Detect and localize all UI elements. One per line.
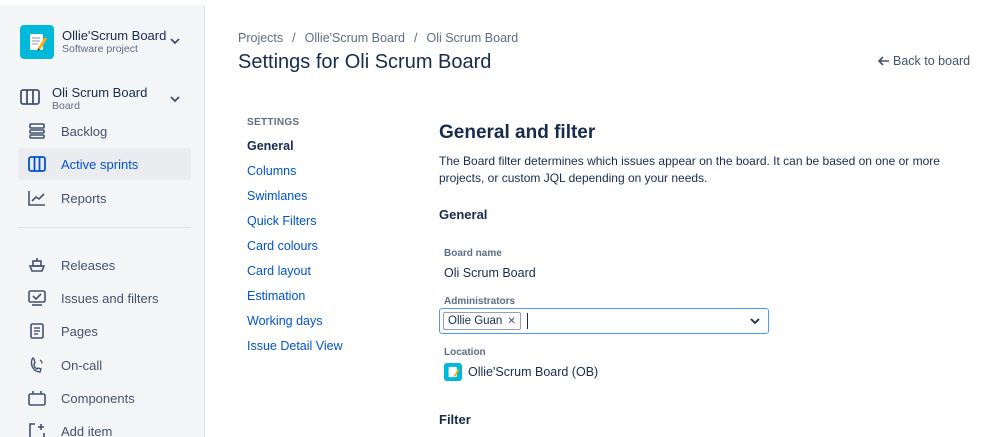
project-avatar-icon <box>444 363 462 381</box>
settings-item-columns[interactable]: Columns <box>247 164 296 178</box>
settings-item-quick-filters[interactable]: Quick Filters <box>247 214 316 228</box>
sidebar-divider <box>18 227 191 228</box>
nav-active-sprints[interactable]: Active sprints <box>18 148 191 180</box>
chevron-down-icon[interactable] <box>168 92 182 106</box>
board-type: Board <box>52 100 81 113</box>
project-type: Software project <box>62 43 138 56</box>
filter-heading: Filter <box>439 412 471 427</box>
board-switcher[interactable]: Oli Scrum Board Board <box>20 84 190 114</box>
remove-tag-icon[interactable]: ✕ <box>507 316 515 327</box>
admin-tag-label: Ollie Guan <box>448 315 503 327</box>
breadcrumb-project[interactable]: Ollie'Scrum Board <box>305 31 405 45</box>
nav-label: Pages <box>61 323 98 339</box>
project-header[interactable]: Ollie'Scrum Board Software project <box>20 22 190 62</box>
chart-line-icon <box>28 189 46 207</box>
project-name: Ollie'Scrum Board <box>62 28 167 44</box>
section-title: General and filter <box>439 122 596 143</box>
nav-label: Releases <box>61 257 116 273</box>
page-title: Settings for Oli Scrum Board <box>238 51 492 73</box>
backlog-icon <box>28 122 46 140</box>
administrators-label: Administrators <box>444 296 516 307</box>
nav-label: Issues and filters <box>61 290 159 306</box>
board-name: Oli Scrum Board <box>52 85 148 101</box>
arrow-left-icon <box>878 56 889 66</box>
nav-label: On-call <box>61 357 103 373</box>
text-cursor <box>526 313 528 329</box>
chevron-down-icon[interactable] <box>168 34 182 48</box>
nav-label: Reports <box>61 190 107 206</box>
components-icon <box>28 389 46 407</box>
board-icon <box>20 88 40 111</box>
location-label: Location <box>444 347 486 358</box>
settings-menu-header: SETTINGS <box>247 117 300 128</box>
nav-pages[interactable]: Pages <box>18 315 191 347</box>
nav-add-item[interactable]: Add item <box>18 415 191 437</box>
back-to-board-label: Back to board <box>893 54 971 68</box>
nav-label: Backlog <box>61 123 108 139</box>
nav-releases[interactable]: Releases <box>18 249 191 281</box>
admin-tag: Ollie Guan ✕ <box>443 312 521 330</box>
section-description: The Board filter determines which issues… <box>439 154 940 185</box>
settings-item-card-layout[interactable]: Card layout <box>247 264 311 278</box>
board-columns-icon <box>28 155 46 173</box>
page-icon <box>28 322 46 340</box>
phone-icon <box>28 356 46 374</box>
chevron-down-icon[interactable] <box>748 314 762 328</box>
settings-item-card-colours[interactable]: Card colours <box>247 239 318 253</box>
general-heading: General <box>439 207 488 222</box>
location-text: Ollie'Scrum Board (OB) <box>468 365 599 379</box>
settings-item-swimlanes[interactable]: Swimlanes <box>247 189 307 203</box>
location-value: Ollie'Scrum Board (OB) <box>444 363 598 381</box>
settings-item-working-days[interactable]: Working days <box>247 314 323 328</box>
back-to-board-link[interactable]: Back to board <box>878 54 970 68</box>
board-name-value[interactable]: Oli Scrum Board <box>444 266 536 280</box>
nav-issues-and-filters[interactable]: Issues and filters <box>18 282 191 314</box>
nav-components[interactable]: Components <box>18 382 191 414</box>
administrators-picker[interactable]: Ollie Guan ✕ <box>439 308 769 334</box>
nav-backlog[interactable]: Backlog <box>18 115 191 147</box>
issues-icon <box>28 289 46 307</box>
nav-label: Add item <box>61 423 113 437</box>
ship-icon <box>28 256 46 274</box>
add-item-icon <box>28 422 46 437</box>
settings-item-estimation[interactable]: Estimation <box>247 289 305 303</box>
board-name-label: Board name <box>444 248 502 259</box>
nav-reports[interactable]: Reports <box>18 182 191 214</box>
nav-label: Active sprints <box>61 156 139 172</box>
breadcrumb: Projects / Ollie'Scrum Board / Oli Scrum… <box>238 31 519 45</box>
breadcrumb-projects[interactable]: Projects <box>238 31 283 45</box>
nav-on-call[interactable]: On-call <box>18 349 191 381</box>
nav-label: Components <box>61 390 135 406</box>
settings-item-issue-detail-view[interactable]: Issue Detail View <box>247 339 343 353</box>
project-avatar-icon <box>20 25 54 59</box>
breadcrumb-board[interactable]: Oli Scrum Board <box>426 31 518 45</box>
settings-item-general[interactable]: General <box>247 139 294 153</box>
